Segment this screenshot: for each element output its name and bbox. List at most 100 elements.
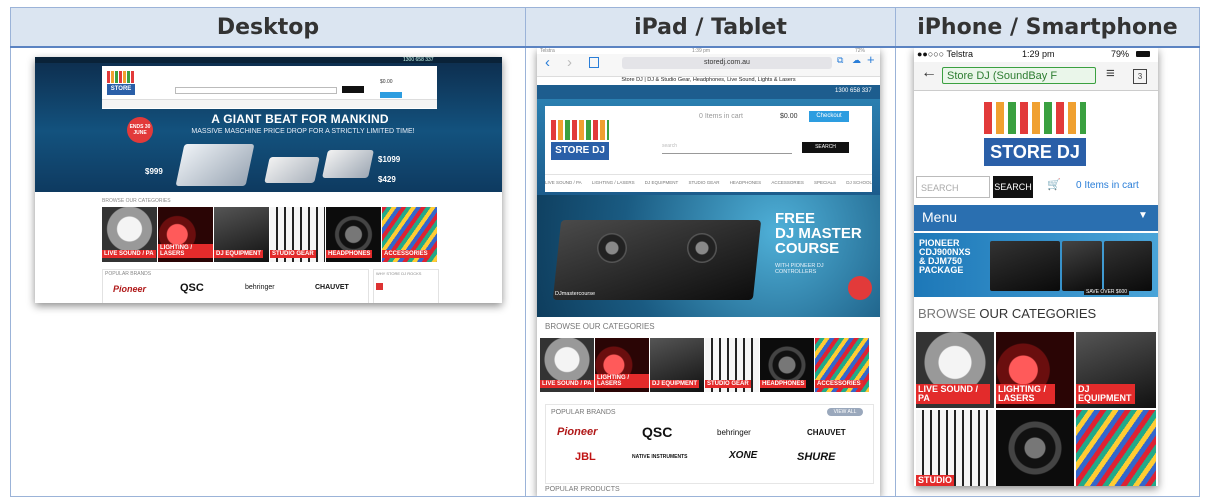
comparison-table: Desktop iPad / Tablet iPhone / Smartphon… bbox=[10, 7, 1200, 497]
tablet-category-lighting[interactable]: LIGHTING / LASERS bbox=[595, 338, 649, 392]
desktop-maschine-studio-image bbox=[322, 150, 374, 178]
tablet-hero-logo: DJmastercourse bbox=[555, 291, 596, 297]
desktop-search-input[interactable] bbox=[175, 87, 337, 94]
cloud-icon[interactable]: ☁ bbox=[852, 55, 861, 66]
desktop-side-icon bbox=[376, 283, 383, 290]
tablet-category-studio-gear[interactable]: STUDIO GEAR bbox=[705, 338, 759, 392]
tablet-menu-item[interactable]: DJ EQUIPMENT bbox=[645, 180, 679, 185]
desktop-price-b: $1099 bbox=[378, 155, 401, 164]
phone-category-studio-gear[interactable]: STUDIO bbox=[916, 410, 994, 486]
tablet-search-button[interactable]: SEARCH bbox=[802, 142, 849, 153]
phone-menu-label[interactable]: Menu bbox=[922, 209, 957, 225]
phone-battery: 79% bbox=[1111, 49, 1130, 59]
tablet-category-dj-equipment[interactable]: DJ EQUIPMENT bbox=[650, 338, 704, 392]
smartphone-screenshot: ●●○○○ Telstra 1:29 pm 79% ← Store DJ (So… bbox=[914, 48, 1158, 486]
tablet-menu-item[interactable]: SPECIALS bbox=[814, 180, 836, 185]
tablet-menu-item[interactable]: LIVE SOUND / PA bbox=[545, 180, 582, 185]
phone-time: 1:29 pm bbox=[1022, 49, 1055, 59]
tablet-phone[interactable]: 1300 658 337 bbox=[835, 88, 872, 94]
tablet-category-headphones[interactable]: HEADPHONES bbox=[760, 338, 814, 392]
tablet-address-bar[interactable]: storedj.com.au bbox=[622, 57, 832, 69]
desktop-contact: 1300 658 337 bbox=[403, 57, 434, 63]
cart-icon[interactable]: 🛒 bbox=[1047, 178, 1061, 191]
phone-category-lighting[interactable]: LIGHTING / LASERS bbox=[996, 332, 1074, 408]
desktop-category-dj-equipment[interactable]: DJ EQUIPMENT bbox=[214, 207, 269, 262]
desktop-promo-badge: ENDS 30 JUNE bbox=[127, 117, 153, 143]
new-tab-icon[interactable]: + bbox=[867, 52, 875, 67]
tablet-jogwheel-image bbox=[687, 233, 717, 263]
desktop-brand-pioneer[interactable]: Pioneer bbox=[113, 284, 146, 294]
phone-category-dj-equipment[interactable]: DJ EQUIPMENT bbox=[1076, 332, 1156, 408]
tablet-site-topbar[interactable] bbox=[537, 85, 880, 99]
desktop-side-heading: WHY STORE DJ ROCKS bbox=[376, 271, 422, 276]
desktop-category-headphones[interactable]: HEADPHONES bbox=[326, 207, 381, 262]
tablet-brand-chauvet[interactable]: CHAUVET bbox=[807, 428, 846, 437]
phone-address-bar[interactable]: Store DJ (SoundBay F bbox=[942, 67, 1096, 84]
tablet-menu-item[interactable]: LIGHTING / LASERS bbox=[592, 180, 635, 185]
phone-cart-text[interactable]: 0 Items in cart bbox=[1076, 180, 1139, 191]
tablet-brand-jbl[interactable]: JBL bbox=[575, 451, 596, 463]
desktop-screenshot: 1300 658 337 STORE DJ $0.00 ENDS 30 JUNE… bbox=[35, 57, 502, 303]
tablet-cart-text[interactable]: 0 Items in cart bbox=[699, 113, 743, 120]
phone-promo-title: PIONEER CDJ900NXS & DJM750 PACKAGE bbox=[919, 238, 971, 275]
desktop-cell: 1300 658 337 STORE DJ $0.00 ENDS 30 JUNE… bbox=[10, 46, 526, 497]
column-header-smartphone: iPhone / Smartphone bbox=[895, 7, 1200, 48]
phone-cdj-image bbox=[990, 241, 1060, 291]
forward-icon[interactable]: › bbox=[567, 54, 572, 71]
bookmarks-icon[interactable] bbox=[589, 57, 599, 68]
phone-category-headphones[interactable] bbox=[996, 410, 1074, 486]
tablet-brand-behringer[interactable]: behringer bbox=[717, 428, 751, 437]
desktop-brand-behringer[interactable]: behringer bbox=[245, 284, 275, 291]
tablet-view-all-button[interactable]: VIEW ALL bbox=[827, 408, 863, 416]
tablet-menu-item[interactable]: STUDIO GEAR bbox=[688, 180, 719, 185]
desktop-category-accessories[interactable]: ACCESSORIES bbox=[382, 207, 437, 262]
desktop-brand-qsc[interactable]: QSC bbox=[180, 282, 204, 294]
tablet-logo: STORE DJ bbox=[551, 120, 609, 160]
tablet-category-accessories[interactable]: ACCESSORIES bbox=[815, 338, 869, 392]
tablet-menu-item[interactable]: DJ SCHOOL bbox=[846, 180, 872, 185]
desktop-category-live-sound[interactable]: LIVE SOUND / PA bbox=[102, 207, 157, 262]
tablet-search-input[interactable]: search bbox=[662, 143, 792, 154]
phone-category-live-sound[interactable]: LIVE SOUND / PA bbox=[916, 332, 994, 408]
tablet-hero-badge[interactable] bbox=[848, 276, 872, 300]
desktop-nav-bar[interactable] bbox=[102, 99, 437, 108]
back-icon[interactable]: ‹ bbox=[545, 54, 550, 71]
phone-category-accessories[interactable] bbox=[1076, 410, 1156, 486]
browse-prefix: BROWSE bbox=[918, 306, 980, 321]
menu-caret-icon[interactable]: ▼ bbox=[1138, 210, 1148, 221]
tablet-brand-shure[interactable]: SHURE bbox=[797, 451, 836, 463]
tablet-brands-panel bbox=[545, 404, 874, 484]
tablet-checkout-button[interactable]: Checkout bbox=[809, 111, 849, 122]
phone-carrier: ●●○○○ Telstra bbox=[917, 49, 974, 59]
phone-search-button[interactable]: SEARCH bbox=[993, 176, 1033, 198]
desktop-category-studio-gear[interactable]: STUDIO GEAR bbox=[270, 207, 325, 262]
phone-tab-count[interactable]: 3 bbox=[1133, 69, 1147, 84]
tablet-category-menu[interactable]: LIVE SOUND / PA LIGHTING / LASERS DJ EQU… bbox=[545, 174, 872, 190]
desktop-brand-chauvet[interactable]: CHAUVET bbox=[315, 284, 349, 291]
phone-promo-note: SAVE OVER $600 bbox=[1084, 289, 1130, 295]
tablet-screenshot: Telstra 1:39 pm 72% ‹ › storedj.com.au ⧉… bbox=[537, 48, 880, 496]
hamburger-icon[interactable]: ≡ bbox=[1106, 65, 1115, 82]
tablet-menu-item[interactable]: HEADPHONES bbox=[730, 180, 762, 185]
tablet-controller-image bbox=[552, 220, 762, 300]
tablet-menu-item[interactable]: ACCESSORIES bbox=[771, 180, 804, 185]
desktop-checkout-button[interactable] bbox=[380, 92, 402, 98]
desktop-price-a: $999 bbox=[145, 167, 163, 176]
desktop-category-lighting[interactable]: LIGHTING / LASERS bbox=[158, 207, 213, 262]
column-header-tablet: iPad / Tablet bbox=[525, 7, 896, 48]
phone-mixer-image bbox=[1062, 241, 1102, 291]
desktop-search-button[interactable] bbox=[342, 86, 364, 93]
tablet-brand-qsc[interactable]: QSC bbox=[642, 424, 672, 440]
tablet-brand-pioneer[interactable]: Pioneer bbox=[557, 426, 597, 438]
phone-search-input[interactable]: SEARCH bbox=[916, 176, 990, 198]
tablet-brands-heading: POPULAR BRANDS bbox=[551, 409, 616, 416]
back-arrow-icon[interactable]: ← bbox=[921, 64, 937, 82]
tablet-category-live-sound[interactable]: LIVE SOUND / PA bbox=[540, 338, 594, 392]
tablet-jogwheel-image bbox=[597, 233, 627, 263]
phone-logo: STORE DJ bbox=[984, 102, 1086, 166]
tabs-icon[interactable]: ⧉ bbox=[837, 55, 843, 66]
tablet-browse-heading: BROWSE OUR CATEGORIES bbox=[545, 322, 655, 331]
tablet-brand-native-instruments[interactable]: NATIVE INSTRUMENTS bbox=[632, 454, 687, 460]
tablet-hero-line2: DJ MASTER bbox=[775, 225, 862, 242]
tablet-brand-xone[interactable]: XONE bbox=[729, 450, 757, 461]
